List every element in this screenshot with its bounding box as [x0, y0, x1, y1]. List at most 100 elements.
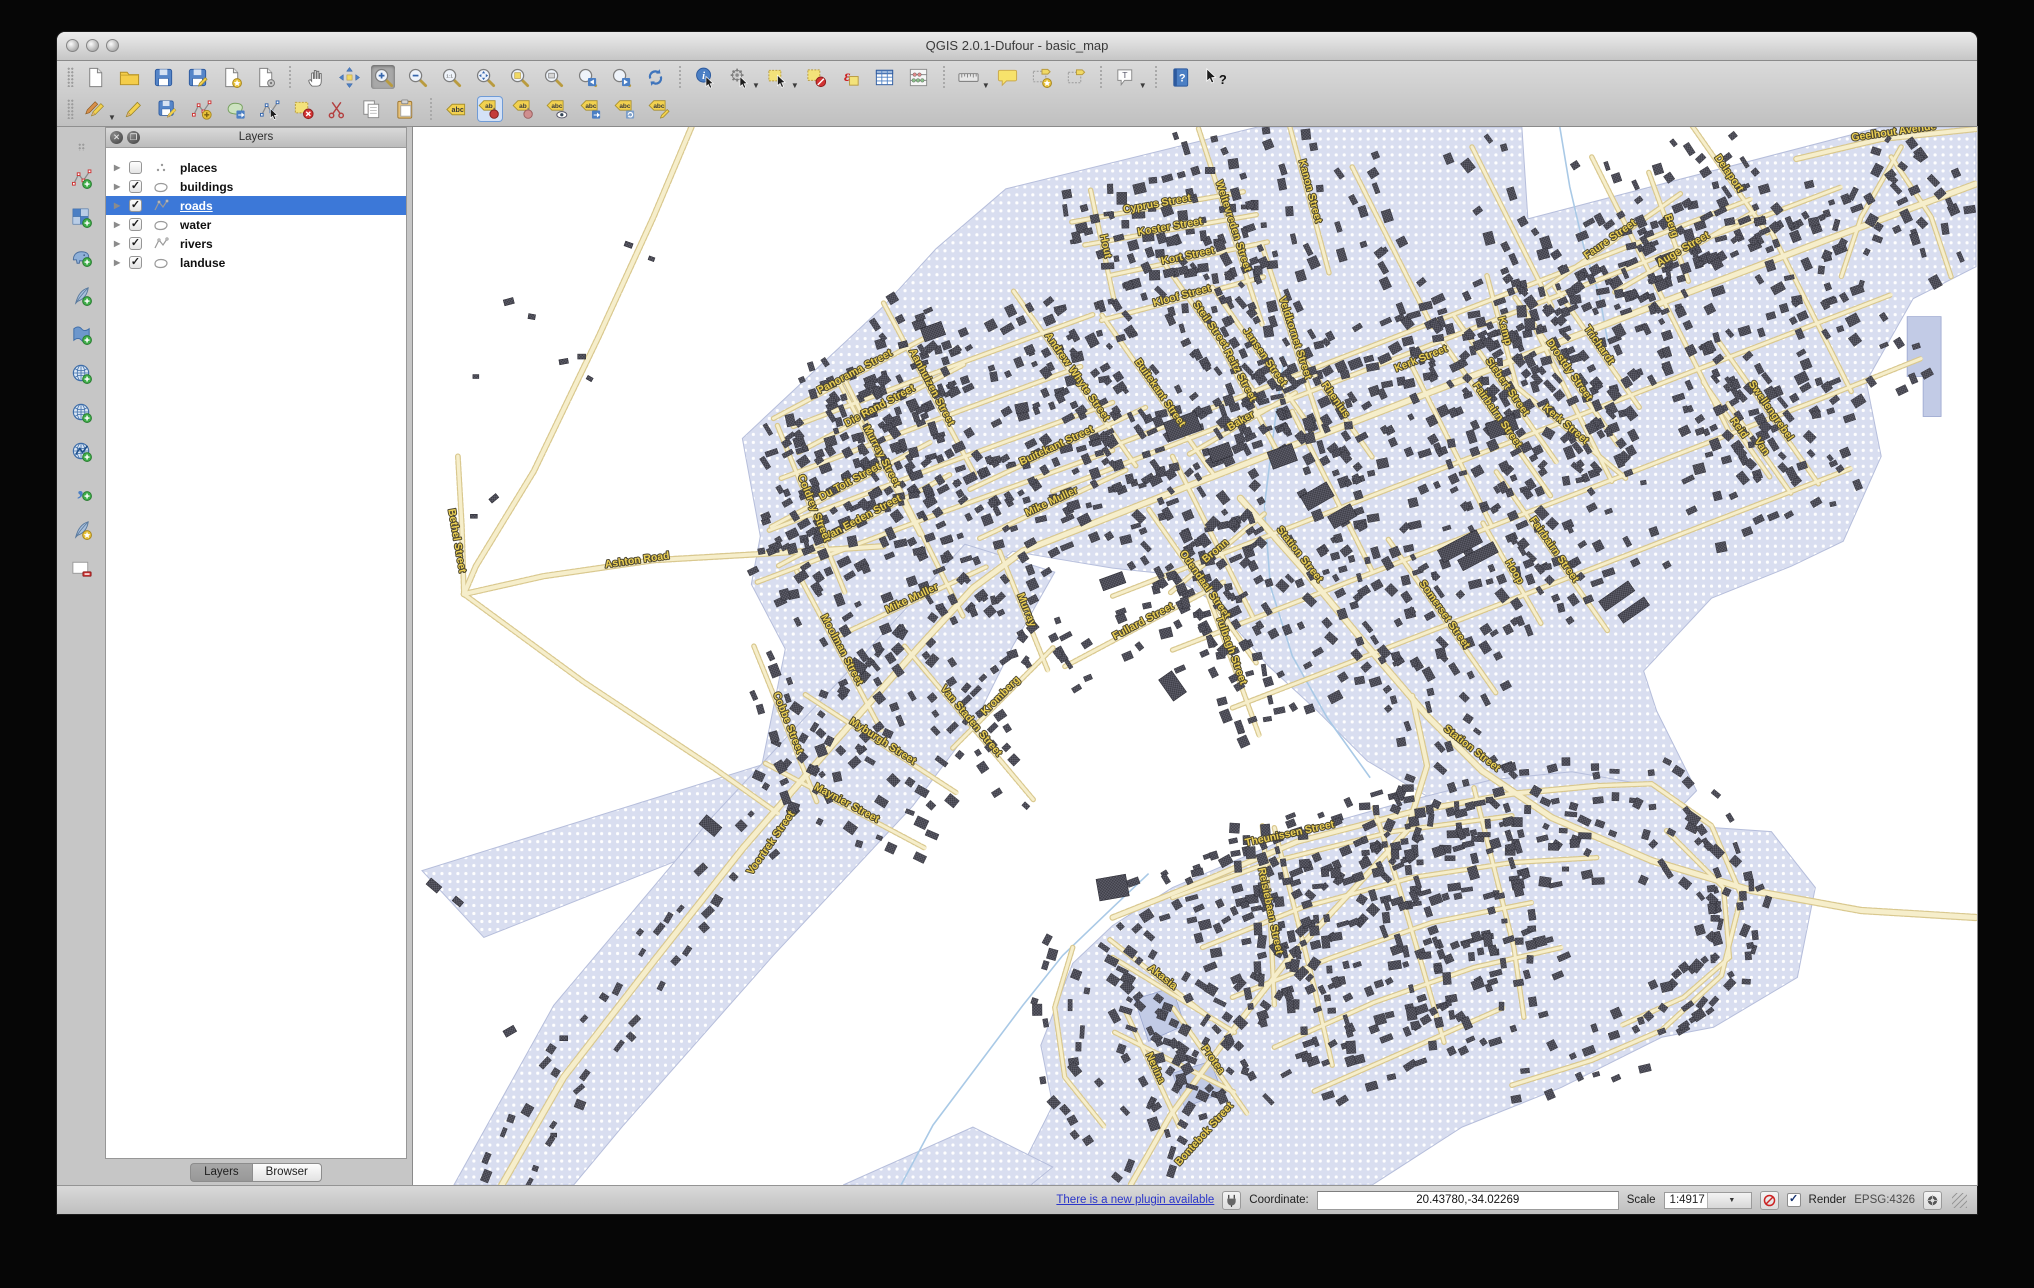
expand-triangle-icon[interactable]: ▶	[114, 258, 123, 267]
add-vector-layer-icon[interactable]	[69, 166, 93, 190]
show-hide-labels-icon[interactable]: abc	[546, 97, 570, 121]
zoom-next-icon[interactable]	[609, 65, 633, 89]
pan-map-icon[interactable]	[303, 65, 327, 89]
show-bookmarks-icon[interactable]	[1064, 65, 1088, 89]
new-print-composer-icon[interactable]	[219, 65, 243, 89]
coordinate-input[interactable]	[1317, 1191, 1619, 1210]
expand-triangle-icon[interactable]: ▶	[114, 239, 123, 248]
zoom-to-layer-icon[interactable]	[541, 65, 565, 89]
whats-this-icon[interactable]: ?	[1203, 65, 1227, 89]
map-canvas[interactable]: Ashton RoadBethel StreetPanorama StreetA…	[413, 127, 1977, 1185]
dropdown-arrow-icon[interactable]: ▼	[752, 81, 760, 90]
toggle-editing-icon[interactable]	[122, 97, 146, 121]
composer-manager-icon[interactable]	[253, 65, 277, 89]
resize-grip[interactable]	[1952, 1193, 1967, 1208]
pin-labels-icon[interactable]: ab	[478, 97, 502, 121]
dropdown-arrow-icon[interactable]: ▼	[108, 113, 116, 122]
identify-features-icon[interactable]: i	[693, 65, 717, 89]
dropdown-arrow-icon[interactable]: ▼	[1139, 81, 1147, 90]
toolbar-handle[interactable]	[67, 67, 74, 87]
new-bookmark-icon[interactable]	[1030, 65, 1054, 89]
tab-layers[interactable]: Layers	[190, 1163, 252, 1182]
zoom-in-icon[interactable]	[371, 65, 395, 89]
render-checkbox[interactable]: ✓	[1787, 1193, 1801, 1207]
copy-features-icon[interactable]	[360, 97, 384, 121]
add-feature-icon[interactable]	[190, 97, 214, 121]
add-raster-layer-icon[interactable]	[69, 205, 93, 229]
layer-visibility-checkbox[interactable]: ✓	[129, 180, 142, 193]
expand-triangle-icon[interactable]: ▶	[114, 163, 123, 172]
save-layer-edits-icon[interactable]	[156, 97, 180, 121]
paste-features-icon[interactable]	[394, 97, 418, 121]
layer-row-landuse[interactable]: ▶✓landuse	[106, 253, 406, 272]
open-project-icon[interactable]	[117, 65, 141, 89]
current-edits-icon[interactable]	[83, 97, 107, 121]
add-spatialite-layer-icon[interactable]	[69, 283, 93, 307]
rotate-label-icon[interactable]: abc	[614, 97, 638, 121]
layer-row-water[interactable]: ▶✓water	[106, 215, 406, 234]
toolbar-handle[interactable]	[67, 99, 74, 119]
node-tool-icon[interactable]	[258, 97, 282, 121]
expand-triangle-icon[interactable]: ▶	[114, 201, 123, 210]
pan-to-selection-icon[interactable]	[337, 65, 361, 89]
help-icon[interactable]: ?	[1169, 65, 1193, 89]
layer-visibility-checkbox[interactable]: ✓	[129, 218, 142, 231]
layer-row-places[interactable]: ▶places	[106, 158, 406, 177]
plugin-icon[interactable]	[1222, 1191, 1241, 1210]
stop-render-icon[interactable]	[1760, 1191, 1779, 1210]
close-window-button[interactable]	[66, 39, 79, 52]
layer-visibility-checkbox[interactable]	[129, 161, 142, 174]
map-tips-icon[interactable]	[996, 65, 1020, 89]
refresh-map-icon[interactable]	[643, 65, 667, 89]
panel-float-icon[interactable]: ❐	[127, 131, 140, 144]
layer-visibility-checkbox[interactable]: ✓	[129, 199, 142, 212]
cut-features-icon[interactable]	[326, 97, 350, 121]
add-wcs-layer-icon[interactable]	[69, 400, 93, 424]
save-project-as-icon[interactable]	[185, 65, 209, 89]
zoom-window-button[interactable]	[106, 39, 119, 52]
layer-visibility-checkbox[interactable]: ✓	[129, 256, 142, 269]
text-annotation-icon[interactable]: T	[1114, 65, 1138, 89]
dropdown-arrow-icon[interactable]: ▼	[791, 81, 799, 90]
expand-triangle-icon[interactable]: ▶	[114, 182, 123, 191]
layer-visibility-checkbox[interactable]: ✓	[129, 237, 142, 250]
scale-combobox[interactable]: 1:4917 ▼	[1664, 1192, 1752, 1209]
labeling-options-icon[interactable]: abc	[444, 97, 468, 121]
measure-icon[interactable]	[957, 65, 981, 89]
zoom-last-icon[interactable]	[575, 65, 599, 89]
change-label-icon[interactable]: abc	[648, 97, 672, 121]
delete-selected-icon[interactable]	[292, 97, 316, 121]
select-features-icon[interactable]	[766, 65, 790, 89]
zoom-actual-size-icon[interactable]: 1:1	[439, 65, 463, 89]
title-bar[interactable]: QGIS 2.0.1-Dufour - basic_map	[57, 32, 1977, 61]
new-plugin-link[interactable]: There is a new plugin available	[1056, 1194, 1214, 1206]
zoom-full-extent-icon[interactable]	[473, 65, 497, 89]
move-label-icon[interactable]: abc	[580, 97, 604, 121]
run-feature-action-icon[interactable]	[727, 65, 751, 89]
zoom-out-icon[interactable]	[405, 65, 429, 89]
open-attribute-table-icon[interactable]	[873, 65, 897, 89]
minimize-window-button[interactable]	[86, 39, 99, 52]
scale-dropdown-icon[interactable]: ▼	[1707, 1193, 1751, 1208]
expand-triangle-icon[interactable]: ▶	[114, 220, 123, 229]
zoom-to-selection-icon[interactable]	[507, 65, 531, 89]
field-calculator-icon[interactable]	[907, 65, 931, 89]
toolbar-handle[interactable]	[78, 143, 85, 151]
dropdown-arrow-icon[interactable]: ▼	[982, 81, 990, 90]
add-wfs-layer-icon[interactable]	[69, 439, 93, 463]
add-wms-layer-icon[interactable]	[69, 361, 93, 385]
panel-close-icon[interactable]: ✕	[110, 131, 123, 144]
layer-row-roads[interactable]: ▶✓roads	[106, 196, 406, 215]
deselect-features-icon[interactable]	[805, 65, 829, 89]
layer-row-buildings[interactable]: ▶✓buildings	[106, 177, 406, 196]
add-postgis-layer-icon[interactable]	[69, 244, 93, 268]
tab-browser[interactable]: Browser	[252, 1163, 322, 1182]
layer-row-rivers[interactable]: ▶✓rivers	[106, 234, 406, 253]
move-feature-icon[interactable]	[224, 97, 248, 121]
select-by-expression-icon[interactable]: ε	[839, 65, 863, 89]
remove-layer-icon[interactable]	[69, 556, 93, 580]
highlight-pinned-labels-icon[interactable]: ab	[512, 97, 536, 121]
add-mssql-layer-icon[interactable]	[69, 322, 93, 346]
save-project-icon[interactable]	[151, 65, 175, 89]
new-project-icon[interactable]	[83, 65, 107, 89]
